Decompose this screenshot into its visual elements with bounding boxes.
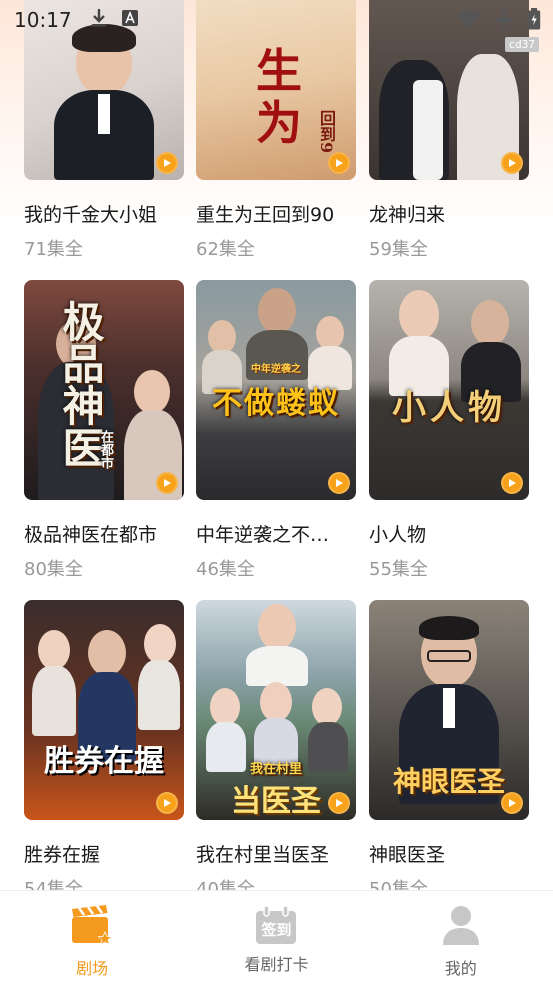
episode-count: 59集全	[369, 239, 428, 260]
drama-title[interactable]: 我在村里当医圣	[196, 840, 356, 867]
tab-label: 剧场	[76, 959, 109, 978]
play-icon[interactable]	[501, 472, 523, 494]
poster-title-art: 不做蝼蚁	[212, 386, 340, 421]
drama-title[interactable]: 龙神归来	[369, 200, 529, 227]
episode-count: 46集全	[196, 559, 255, 580]
play-icon[interactable]	[328, 152, 350, 174]
episode-count: 40集全	[196, 879, 255, 890]
drama-title[interactable]: 极品神医在都市	[24, 520, 184, 547]
checkin-badge-text: 签到	[261, 921, 292, 939]
episode-count: 62集全	[196, 239, 255, 260]
bottom-tab-bar: 剧场 签到 看剧打卡 我的	[0, 890, 553, 983]
episode-count: 50集全	[369, 879, 428, 890]
battery-icon	[527, 8, 541, 34]
play-icon[interactable]	[156, 792, 178, 814]
episode-count: 55集全	[369, 559, 428, 580]
clapperboard-icon	[70, 905, 114, 949]
drama-poster[interactable]: 胜券在握	[24, 600, 184, 820]
wifi-icon	[457, 9, 481, 33]
status-time: 10:17	[14, 8, 72, 32]
debug-tag: cd37	[504, 37, 539, 52]
drama-card[interactable]: 小人物 小人物 55集全	[369, 280, 529, 581]
play-icon[interactable]	[328, 472, 350, 494]
drama-card[interactable]: 神眼医圣 神眼医圣 50集全	[369, 600, 529, 890]
status-bar: 10:17	[0, 0, 553, 40]
drama-poster[interactable]: 极品神医 在都市	[24, 280, 184, 500]
play-icon[interactable]	[328, 792, 350, 814]
tab-checkin[interactable]: 签到 看剧打卡	[201, 905, 351, 975]
drama-title[interactable]: 胜券在握	[24, 840, 184, 867]
poster-title-art: 小人物	[392, 388, 506, 428]
tab-theater[interactable]: 剧场	[17, 905, 167, 979]
episode-count: 80集全	[24, 559, 83, 580]
drama-card[interactable]: 我在村里 当医圣 我在村里当医圣 40集全	[196, 600, 356, 890]
drama-grid[interactable]: 我的千金大小姐 71集全 生为 回到9 重生为王回到90 62集全 龙神归来 5…	[24, 0, 529, 890]
drama-poster[interactable]: 小人物	[369, 280, 529, 500]
drama-title[interactable]: 神眼医圣	[369, 840, 529, 867]
poster-title-art: 生为	[256, 44, 302, 150]
tab-label: 看剧打卡	[244, 955, 309, 974]
drama-card[interactable]: 胜券在握 胜券在握 54集全	[24, 600, 184, 890]
drama-card[interactable]: 中年逆袭之 不做蝼蚁 中年逆袭之不… 46集全	[196, 280, 356, 581]
drama-card[interactable]: 极品神医 在都市 极品神医在都市 80集全	[24, 280, 184, 581]
drama-title[interactable]: 中年逆袭之不…	[196, 520, 356, 547]
drama-poster[interactable]: 我在村里 当医圣	[196, 600, 356, 820]
play-icon[interactable]	[156, 472, 178, 494]
drama-poster[interactable]: 中年逆袭之 不做蝼蚁	[196, 280, 356, 500]
tab-label: 我的	[444, 959, 477, 978]
episode-count: 54集全	[24, 879, 83, 890]
airplane-icon	[493, 8, 515, 34]
poster-title-art: 胜券在握	[44, 744, 164, 779]
poster-subtitle-art: 我在村里	[249, 762, 302, 777]
download-icon	[90, 8, 108, 32]
drama-poster[interactable]: 神眼医圣	[369, 600, 529, 820]
poster-title-art: 极品神医	[56, 300, 105, 468]
profile-icon	[441, 905, 481, 949]
text-a-icon	[121, 10, 138, 30]
poster-subtitle-art: 中年逆袭之	[251, 364, 301, 375]
tab-profile[interactable]: 我的	[386, 905, 536, 979]
play-icon[interactable]	[501, 792, 523, 814]
drama-title[interactable]: 我的千金大小姐	[24, 200, 184, 227]
play-icon[interactable]	[501, 152, 523, 174]
poster-title-text: 回到9	[317, 110, 336, 154]
poster-subtitle-art: 在都市	[98, 430, 113, 469]
episode-count: 71集全	[24, 239, 83, 260]
calendar-checkin-icon: 签到	[254, 905, 298, 945]
drama-title[interactable]: 小人物	[369, 520, 529, 547]
play-icon[interactable]	[156, 152, 178, 174]
drama-title[interactable]: 重生为王回到90	[196, 200, 356, 227]
